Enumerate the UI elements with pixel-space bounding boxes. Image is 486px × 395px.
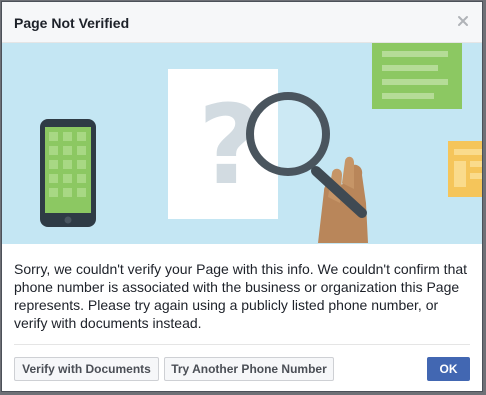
smartphone-icon bbox=[40, 119, 96, 227]
ok-button[interactable]: OK bbox=[427, 357, 470, 381]
dialog-header: Page Not Verified bbox=[2, 2, 482, 43]
footer-divider bbox=[14, 344, 470, 345]
page-not-verified-dialog: Page Not Verified ? Sorry, we couldn't v… bbox=[1, 1, 483, 392]
close-icon[interactable] bbox=[454, 12, 472, 30]
yellow-document-icon bbox=[448, 141, 482, 197]
dialog-message: Sorry, we couldn't verify your Page with… bbox=[14, 261, 468, 331]
verification-illustration: ? bbox=[2, 43, 482, 244]
verify-with-documents-button[interactable]: Verify with Documents bbox=[14, 357, 159, 381]
note-icon bbox=[372, 43, 462, 109]
try-another-phone-button[interactable]: Try Another Phone Number bbox=[164, 357, 334, 381]
dialog-title: Page Not Verified bbox=[14, 15, 130, 31]
